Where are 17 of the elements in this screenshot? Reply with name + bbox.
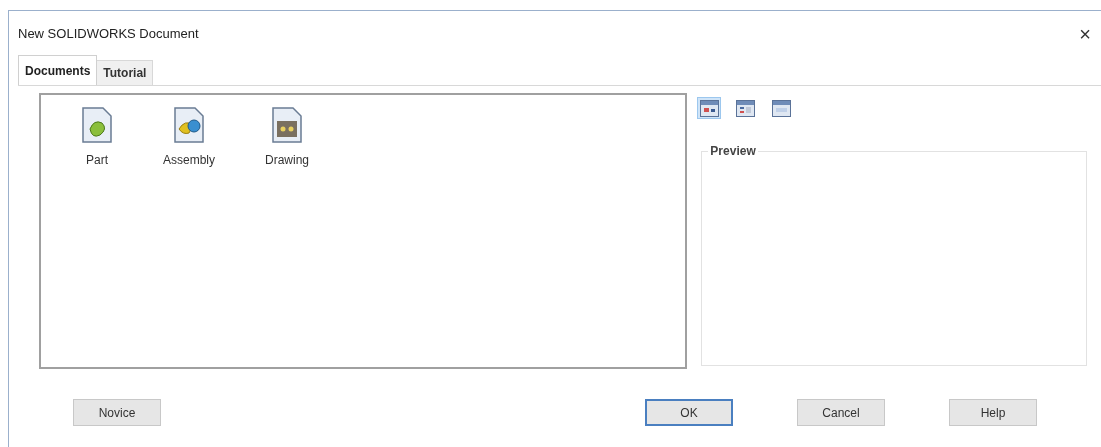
document-type-item[interactable]: Drawing bbox=[261, 107, 314, 169]
close-button[interactable]: × bbox=[1079, 24, 1091, 44]
view-button[interactable] bbox=[697, 97, 722, 119]
document-type-item[interactable]: Part bbox=[77, 107, 117, 169]
view-button[interactable] bbox=[733, 97, 758, 119]
dialog-button[interactable]: Novice bbox=[73, 399, 161, 426]
window-title: New SOLIDWORKS Document bbox=[18, 25, 199, 44]
view-button[interactable] bbox=[769, 97, 794, 119]
dialog-button[interactable]: Help bbox=[949, 399, 1037, 426]
document-icon bbox=[271, 107, 303, 143]
dialog-button[interactable]: Cancel bbox=[797, 399, 885, 426]
tab[interactable]: Tutorial bbox=[97, 60, 154, 85]
document-icon bbox=[173, 107, 205, 143]
dialog-button[interactable]: OK bbox=[645, 399, 733, 426]
document-type-item[interactable]: Assembly bbox=[159, 107, 219, 169]
tab[interactable]: Documents bbox=[18, 55, 98, 85]
document-icon bbox=[81, 107, 113, 143]
